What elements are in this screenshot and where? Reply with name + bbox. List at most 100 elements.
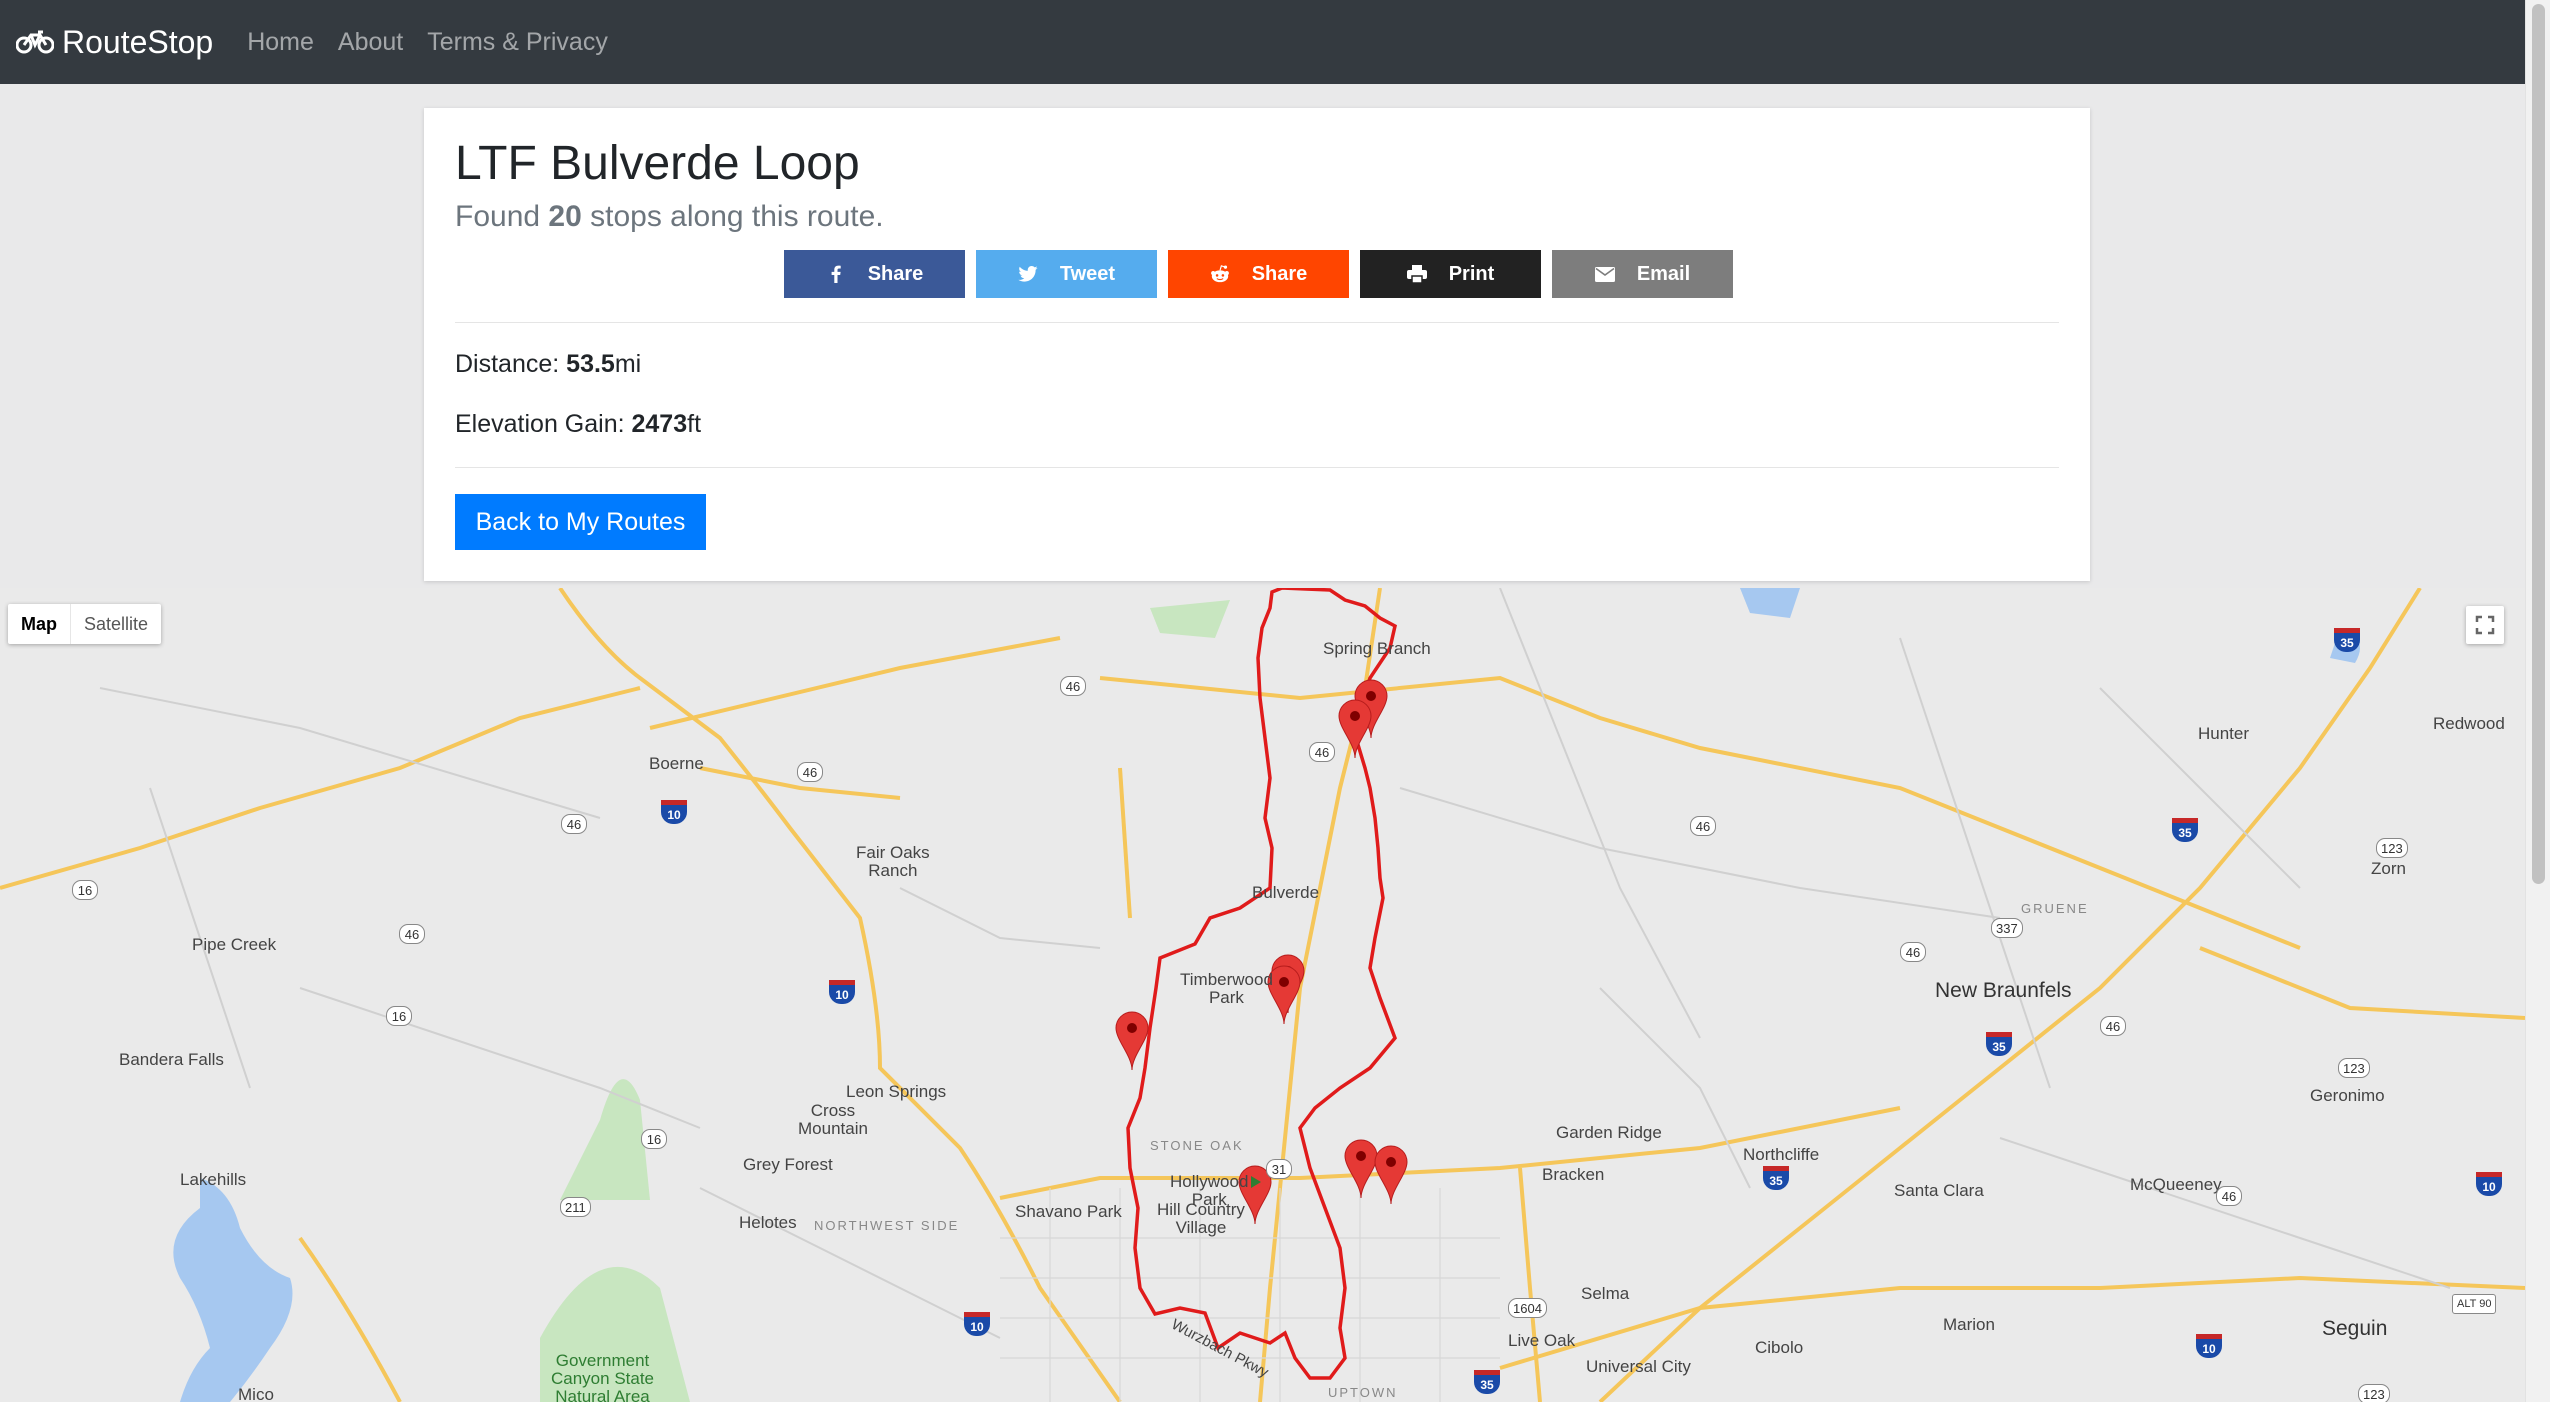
brand-name: RouteStop	[62, 23, 214, 60]
place-label: Hill Country Village	[1157, 1200, 1245, 1237]
place-label: Marion	[1943, 1315, 1995, 1334]
facebook-share-label: Share	[867, 262, 924, 285]
interstate-shield: 10	[2196, 1334, 2222, 1358]
interstate-shield: 35	[1986, 1032, 2012, 1056]
route-map[interactable]: Map Satellite Spring Branch Boerne Fair …	[0, 588, 2525, 1402]
place-label: Boerne	[649, 754, 704, 773]
interstate-shield: 35	[2172, 818, 2198, 842]
email-label: Email	[1636, 262, 1691, 285]
twitter-icon	[1018, 264, 1038, 284]
place-label: Garden Ridge	[1556, 1123, 1662, 1142]
reddit-icon	[1210, 264, 1230, 284]
fullscreen-button[interactable]	[2466, 606, 2504, 644]
scrollbar-thumb[interactable]	[2532, 4, 2545, 884]
route-shield: 46	[399, 924, 425, 944]
interstate-shield: 10	[661, 800, 687, 824]
reddit-share-label: Share	[1251, 262, 1308, 285]
navbar: RouteStop Home About Terms & Privacy	[0, 0, 2525, 84]
route-shield: 1604	[1508, 1298, 1547, 1318]
place-label: Redwood	[2433, 714, 2505, 733]
interstate-shield: 10	[2476, 1172, 2502, 1196]
elevation-stat: Elevation Gain: 2473ft	[455, 410, 701, 439]
route-shield: 123	[2358, 1384, 2390, 1402]
place-label: Fair Oaks Ranch	[856, 843, 930, 880]
stop-count: 20	[548, 200, 582, 233]
place-label: Santa Clara	[1894, 1181, 1984, 1200]
route-shield: 123	[2338, 1058, 2370, 1078]
back-to-my-routes-button[interactable]: Back to My Routes	[455, 494, 706, 550]
place-label: Universal City	[1586, 1357, 1691, 1376]
print-label: Print	[1448, 262, 1495, 285]
distance-label: Distance:	[455, 350, 567, 378]
divider	[455, 322, 2059, 323]
divider	[455, 467, 2059, 468]
map-type-satellite-button[interactable]: Satellite	[71, 604, 161, 644]
place-label: Timberwood Park	[1180, 970, 1273, 1007]
interstate-shield: 10	[964, 1312, 990, 1336]
nav-home[interactable]: Home	[247, 28, 314, 57]
printer-icon	[1406, 264, 1427, 284]
place-label: Pipe Creek	[192, 935, 277, 954]
place-label: Selma	[1581, 1284, 1630, 1303]
twitter-tweet-label: Tweet	[1059, 262, 1116, 285]
nav-terms-privacy[interactable]: Terms & Privacy	[427, 28, 608, 57]
place-label: Live Oak	[1508, 1331, 1576, 1350]
stops-prefix: Found	[455, 200, 549, 233]
elevation-unit: ft	[687, 410, 702, 438]
route-shield: 46	[1060, 676, 1086, 696]
place-label: Bracken	[1542, 1165, 1605, 1184]
map-type-control: Map Satellite	[8, 604, 162, 644]
route-shield: 46	[1309, 742, 1335, 762]
city-label: New Braunfels	[1935, 979, 2072, 1002]
distance-stat: Distance: 53.5mi	[455, 350, 641, 379]
route-shield: 211	[560, 1197, 591, 1217]
district-label: UPTOWN	[1328, 1385, 1398, 1400]
place-label: Northcliffe	[1743, 1145, 1820, 1164]
print-button[interactable]: Print	[1360, 250, 1541, 298]
place-label: Shavano Park	[1015, 1202, 1122, 1221]
route-shield: 46	[1690, 816, 1716, 836]
bicycle-icon	[16, 30, 54, 54]
interstate-shield: 35	[2334, 628, 2360, 652]
route-shield: ALT 90	[2452, 1294, 2497, 1314]
share-buttons: Share Tweet Share Print Email	[784, 250, 1733, 298]
place-label: Leon Springs	[846, 1082, 947, 1101]
twitter-tweet-button[interactable]: Tweet	[976, 250, 1157, 298]
place-label: Lakehills	[180, 1170, 247, 1189]
route-shield: 31	[1266, 1159, 1292, 1179]
place-label: Grey Forest	[743, 1155, 833, 1174]
route-shield: 16	[72, 880, 98, 900]
nav-about[interactable]: About	[338, 28, 403, 57]
interstate-shield: 10	[829, 980, 855, 1004]
route-shield: 123	[2376, 838, 2408, 858]
facebook-share-button[interactable]: Share	[784, 250, 965, 298]
route-card: LTF Bulverde Loop Found 20 stops along t…	[424, 108, 2090, 581]
route-shield: 46	[797, 762, 823, 782]
stops-suffix: stops along this route.	[581, 200, 884, 233]
district-label: NORTHWEST SIDE	[814, 1218, 960, 1233]
place-label: Geronimo	[2310, 1086, 2385, 1105]
place-label: Mico	[238, 1385, 274, 1402]
map-type-map-button[interactable]: Map	[8, 604, 71, 644]
district-label: STONE OAK	[1150, 1138, 1244, 1153]
place-label: Spring Branch	[1323, 639, 1431, 658]
interstate-shield: 35	[1474, 1370, 1500, 1394]
brand-logo[interactable]: RouteStop	[16, 24, 213, 61]
fullscreen-icon	[2475, 615, 2495, 635]
route-shield: 46	[2216, 1186, 2242, 1206]
place-label: Helotes	[739, 1213, 797, 1232]
route-shield: 46	[561, 814, 587, 834]
route-title: LTF Bulverde Loop	[455, 137, 860, 190]
route-shield: 46	[2100, 1016, 2126, 1036]
page-scrollbar[interactable]	[2525, 0, 2550, 1402]
city-label: Seguin	[2322, 1317, 2388, 1340]
place-label: Zorn	[2371, 859, 2406, 878]
route-shield: 46	[1900, 942, 1926, 962]
place-label: Bulverde	[1252, 883, 1320, 902]
route-shield: 337	[1991, 918, 2023, 938]
place-label: McQueeney	[2130, 1175, 2222, 1194]
distance-value: 53.5	[566, 350, 615, 378]
email-button[interactable]: Email	[1552, 250, 1733, 298]
place-label: Cross Mountain	[798, 1101, 868, 1138]
reddit-share-button[interactable]: Share	[1168, 250, 1349, 298]
